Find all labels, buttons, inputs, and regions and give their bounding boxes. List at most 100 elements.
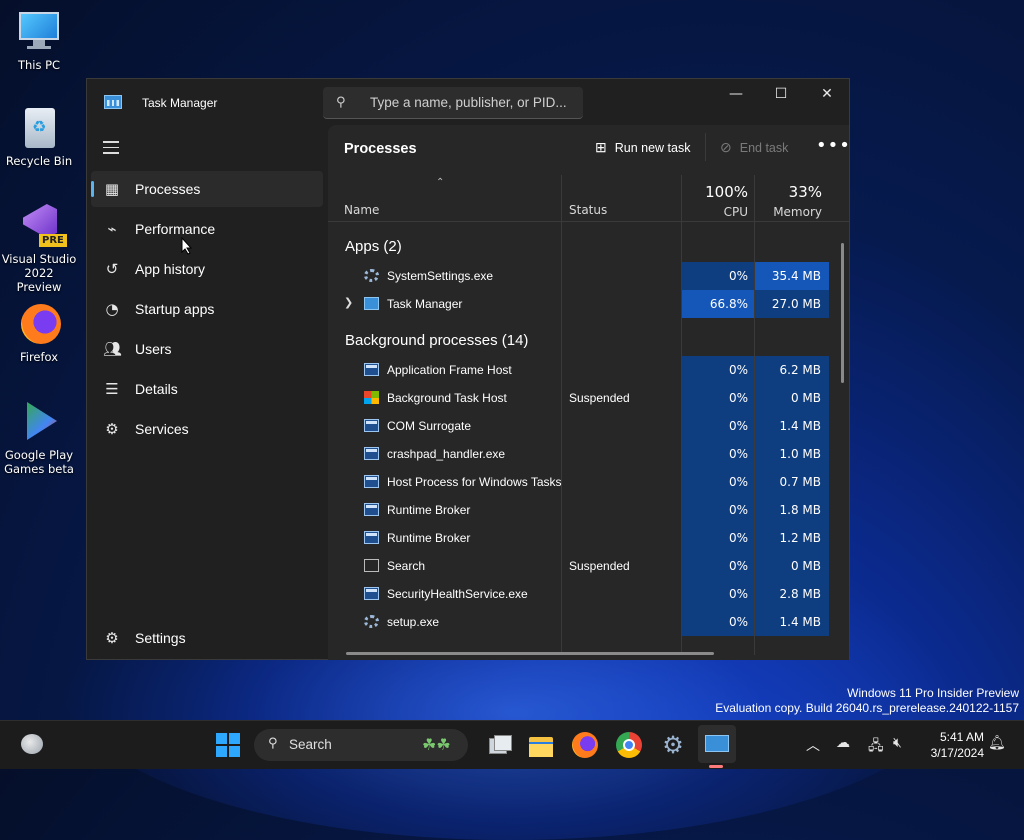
taskbar-search-box[interactable]: ⚲ Search ☘☘ [254, 729, 468, 761]
table-row[interactable]: setup.exe 0% 1.4 MB [328, 608, 849, 636]
process-cpu: 0% [682, 524, 754, 552]
column-header-cpu[interactable]: CPU [688, 205, 748, 219]
sidebar-item-performance[interactable]: ⌁ Performance [91, 211, 323, 247]
process-name: Background Task Host [387, 391, 507, 405]
table-row[interactable]: SecurityHealthService.exe 0% 2.8 MB [328, 580, 849, 608]
end-task-icon: ⊘ [720, 139, 732, 155]
sidebar: ▦ Processes ⌁ Performance ↺ App history … [87, 125, 327, 660]
close-button[interactable]: ✕ [804, 79, 850, 109]
sidebar-item-processes[interactable]: ▦ Processes [91, 171, 323, 207]
windows-logo-icon [216, 733, 240, 757]
sidebar-item-details[interactable]: ☰ Details [91, 371, 323, 407]
search-icon: ⚲ [336, 95, 346, 110]
process-status: Suspended [569, 559, 630, 573]
show-hidden-icons-chevron-icon[interactable]: ︿ [806, 735, 820, 755]
process-name: COM Surrogate [387, 419, 472, 433]
process-memory: 1.4 MB [755, 608, 829, 636]
desktop-icon-label: Firefox [19, 350, 59, 364]
sidebar-item-settings[interactable]: ⚙ Settings [91, 620, 323, 656]
notifications-bell-icon[interactable]: 🔔︎ [988, 735, 1006, 751]
hamburger-menu-icon[interactable] [103, 141, 119, 158]
network-icon[interactable]: 🖧︎ [868, 735, 884, 759]
task-manager-app-icon [364, 297, 379, 310]
table-row[interactable]: Runtime Broker 0% 1.2 MB [328, 524, 849, 552]
chrome-icon[interactable] [616, 732, 642, 758]
process-memory: 0 MB [755, 552, 829, 580]
sidebar-item-label: Services [135, 421, 189, 437]
process-name: setup.exe [387, 615, 440, 629]
end-task-button[interactable]: ⊘ End task [720, 139, 788, 156]
run-new-task-label: Run new task [614, 141, 691, 155]
table-row[interactable]: Background Task Host Suspended 0% 0 MB [328, 384, 849, 412]
task-manager-taskbar-icon[interactable] [698, 725, 736, 763]
process-name: Search [387, 559, 426, 573]
sidebar-item-app-history[interactable]: ↺ App history [91, 251, 323, 287]
desktop-icon-visual-studio[interactable]: PRE Visual Studio 2022 Preview [1, 204, 77, 294]
settings-taskbar-icon[interactable]: ⚙ [660, 732, 686, 758]
table-row[interactable]: SystemSettings.exe 0% 35.4 MB [328, 262, 849, 290]
desktop-icon-firefox[interactable]: Firefox [1, 302, 77, 364]
table-row[interactable]: crashpad_handler.exe 0% 1.0 MB [328, 440, 849, 468]
startup-apps-icon: ◔ [105, 300, 119, 318]
volume-muted-icon[interactable]: 🔇︎ [893, 735, 902, 751]
processes-icon: ▦ [104, 180, 120, 198]
setup-app-icon [364, 615, 379, 628]
table-row[interactable]: Application Frame Host 0% 6.2 MB [328, 356, 849, 384]
file-explorer-icon[interactable] [528, 732, 554, 758]
desktop-icon-this-pc[interactable]: This PC [1, 10, 77, 72]
run-new-task-button[interactable]: ⊞ Run new task [595, 139, 690, 156]
memory-total: 33% [788, 183, 822, 201]
clock[interactable]: 5:41 AM 3/17/2024 [914, 729, 984, 761]
process-memory: 0.7 MB [755, 468, 829, 496]
process-cpu: 0% [682, 440, 754, 468]
details-icon: ☰ [105, 380, 119, 398]
clock-time: 5:41 AM [939, 730, 984, 744]
performance-icon: ⌁ [107, 220, 117, 238]
process-cpu: 0% [682, 608, 754, 636]
column-header-name[interactable]: Name [344, 203, 379, 217]
process-name: Task Manager [387, 297, 463, 311]
process-memory: 35.4 MB [755, 262, 829, 290]
title-bar[interactable]: Task Manager ⚲ Type a name, publisher, o… [87, 79, 849, 125]
firefox-taskbar-icon[interactable] [572, 732, 598, 758]
task-view-icon[interactable] [486, 732, 512, 758]
table-row[interactable]: ❯ Task Manager 66.8% 27.0 MB [328, 290, 849, 318]
process-cpu: 0% [682, 552, 754, 580]
horizontal-scrollbar[interactable] [346, 652, 714, 655]
vertical-scrollbar[interactable] [841, 243, 844, 383]
desktop-icon-recycle-bin[interactable]: ♻ Recycle Bin [1, 106, 77, 168]
minimize-button[interactable]: — [713, 79, 759, 109]
column-header-status[interactable]: Status [569, 203, 607, 217]
onedrive-icon[interactable]: ☁ [836, 735, 850, 751]
sidebar-item-label: App history [135, 261, 206, 277]
sidebar-item-label: Users [135, 341, 172, 357]
pre-badge: PRE [39, 234, 67, 247]
table-row[interactable]: COM Surrogate 0% 1.4 MB [328, 412, 849, 440]
process-name: Host Process for Windows Tasks [387, 475, 562, 489]
more-options-button[interactable]: ••• [816, 135, 849, 156]
desktop-icon-label: Visual Studio 2022 Preview [1, 252, 77, 294]
table-row[interactable]: Host Process for Windows Tasks 0% 0.7 MB [328, 468, 849, 496]
desktop-icon-label: This PC [17, 58, 61, 72]
table-row[interactable]: Runtime Broker 0% 1.8 MB [328, 496, 849, 524]
process-name: SystemSettings.exe [387, 269, 494, 283]
table-row[interactable]: Search Suspended 0% 0 MB [328, 552, 849, 580]
process-name: Application Frame Host [387, 363, 512, 377]
column-headers: ⌃ Name Status 100% CPU 33% Memory [328, 175, 849, 222]
desktop-icon-google-play-games[interactable]: Google Play Games beta [1, 400, 77, 476]
window-app-icon [364, 447, 379, 460]
maximize-button[interactable]: ☐ [758, 79, 804, 109]
sidebar-item-users[interactable]: 👥︎ Users [91, 331, 323, 367]
group-header-apps: Apps (2) [345, 238, 402, 255]
column-header-memory[interactable]: Memory [762, 205, 822, 219]
expand-chevron-icon[interactable]: ❯ [344, 296, 353, 309]
windows-logo-icon [364, 391, 379, 404]
watermark-line-1: Windows 11 Pro Insider Preview [847, 686, 1019, 700]
start-button[interactable] [216, 733, 240, 757]
window-app-icon [364, 503, 379, 516]
weather-widget-icon[interactable] [21, 734, 43, 754]
watermark-line-2: Evaluation copy. Build 26040.rs_prerelea… [715, 701, 1019, 715]
search-input[interactable]: ⚲ Type a name, publisher, or PID... [323, 87, 583, 119]
sidebar-item-startup-apps[interactable]: ◔ Startup apps [91, 291, 323, 327]
sidebar-item-services[interactable]: ⚙ Services [91, 411, 323, 447]
